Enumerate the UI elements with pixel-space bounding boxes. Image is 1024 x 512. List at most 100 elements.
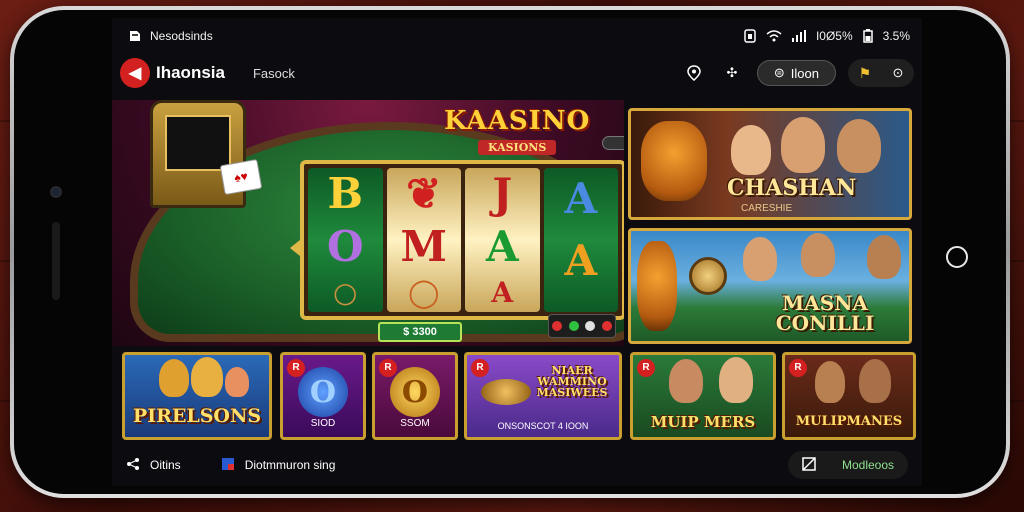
status-time: I0Ø5% <box>815 29 853 43</box>
game-tile[interactable]: R O SIOD <box>280 352 366 440</box>
app-subtitle-link[interactable]: Fasock <box>253 66 295 81</box>
speaker-slot <box>52 222 60 300</box>
player-face <box>781 117 825 173</box>
game-tiles-row: PIRELSONS R O SIOD R O SSOM R NIAER WAMM… <box>118 352 918 442</box>
distribution-label: Diotmmuron sing <box>244 458 336 472</box>
feature-card-masna[interactable]: MASNA CONILLI <box>628 228 912 344</box>
share-icon <box>126 457 140 474</box>
badge-icon: R <box>287 359 305 377</box>
reel-symbol: ❦ <box>406 169 442 219</box>
player-face <box>867 235 901 279</box>
sim-icon <box>744 29 756 43</box>
casino-logo: KAASINO KASIONS <box>432 104 602 157</box>
badge-icon: R <box>789 359 807 377</box>
player-face <box>731 125 771 175</box>
trophy-icon <box>689 257 727 295</box>
notification-icon <box>128 29 142 43</box>
reel-symbol: ◯ <box>408 275 440 309</box>
badge-icon: R <box>471 359 489 377</box>
status-app-name: Nesodsinds <box>150 29 213 43</box>
feature-card-chashan[interactable]: CHASHAN CARESHIE <box>628 108 912 220</box>
logo-main-text: KAASINO <box>444 106 591 136</box>
battery-icon <box>862 29 873 43</box>
tiger-mascot-image <box>159 359 189 397</box>
player-face <box>815 361 845 403</box>
game-tile[interactable]: R MUIP MERS <box>630 352 776 440</box>
flag-square-icon <box>221 457 235 474</box>
chips-tray <box>548 314 616 338</box>
reel-3: J A A <box>465 168 540 312</box>
puzzle-button[interactable]: ✣ <box>719 60 745 86</box>
phone-body: Nesodsinds I0Ø5% 3.5% ◀ Ihaonsia Fasock … <box>14 10 1006 494</box>
reel-symbol: M <box>400 221 448 271</box>
status-battery: 3.5% <box>882 29 910 43</box>
modules-label: Modleoos <box>841 458 894 472</box>
options-button[interactable]: Oitins <box>126 457 181 474</box>
logo-sub-text: KASIONS <box>477 140 557 155</box>
player-face <box>837 119 881 173</box>
wifi-icon <box>766 30 782 42</box>
chip-rack-graphic <box>602 136 624 150</box>
app-title: Ihaonsia <box>156 63 225 82</box>
location-icon <box>687 65 701 81</box>
back-arrow-icon: ◀ <box>128 65 142 82</box>
player-face <box>669 359 703 403</box>
location-button[interactable] <box>681 60 707 86</box>
distribution-button[interactable]: Diotmmuron sing <box>221 457 336 474</box>
badge-icon: R <box>637 359 655 377</box>
game-tile[interactable]: R MULIPMANES <box>782 352 916 440</box>
credit-display: $ 3300 <box>378 322 462 342</box>
reel-arrow-left-icon <box>290 240 300 256</box>
flag-icon[interactable]: ⚑ <box>859 65 872 82</box>
tiger-mascot-image <box>191 357 223 397</box>
coin-icon: O <box>298 367 348 417</box>
download-icon[interactable]: ⊙ <box>892 65 903 81</box>
game-tile[interactable]: R O SSOM <box>372 352 458 440</box>
front-camera <box>50 186 62 198</box>
reel-symbol: A <box>485 221 519 271</box>
reel-symbol: A <box>564 236 598 285</box>
signal-icon <box>791 30 806 42</box>
reel-symbol: O <box>326 221 364 271</box>
player-face <box>719 357 753 403</box>
reel-2: ❦ M ◯ <box>386 168 461 312</box>
grid-icon <box>802 456 816 474</box>
puzzle-icon: ✣ <box>726 65 738 80</box>
app-bar: ◀ Ihaonsia Fasock ✣ ⊜ Iloon ⚑ ⊙ <box>112 54 922 92</box>
slot-reels[interactable]: B O ○ ❦ M ◯ J A A A A <box>300 160 624 320</box>
reel-1: B O ○ <box>308 168 383 312</box>
tile-title: SIOD <box>310 418 336 429</box>
reel-symbol: B <box>327 169 364 219</box>
user-icon: ⊜ <box>773 65 785 80</box>
tile-title: SSOM <box>400 418 430 429</box>
reel-symbol: A <box>491 275 514 309</box>
phone-frame: Nesodsinds I0Ø5% 3.5% ◀ Ihaonsia Fasock … <box>10 6 1010 498</box>
back-button[interactable]: ◀ <box>120 58 150 88</box>
screen: Nesodsinds I0Ø5% 3.5% ◀ Ihaonsia Fasock … <box>112 18 922 486</box>
options-label: Oitins <box>150 458 181 472</box>
tile-title: MULIPMANES <box>795 414 903 429</box>
home-button[interactable] <box>946 246 968 268</box>
player-face <box>801 233 835 277</box>
feature-title: CHASHAN <box>727 175 857 201</box>
badge-icon: R <box>379 359 397 377</box>
feature-title: MASNA CONILLI <box>775 291 875 335</box>
reel-symbol: A <box>564 174 598 223</box>
character-image <box>225 367 249 397</box>
hero-banner[interactable]: ♠♥ KAASINO KASIONS B O ○ ❦ M ◯ J A A A A… <box>112 100 624 346</box>
tiger-image <box>641 121 707 201</box>
modules-button[interactable]: Modleoos <box>787 451 908 479</box>
tile-subtitle: ONSONSCOT 4 IOON <box>497 421 589 431</box>
login-pill-button[interactable]: ⊜ Iloon <box>756 60 836 86</box>
reel-symbol: ○ <box>333 275 358 309</box>
reel-4: A A <box>543 168 618 312</box>
reel-symbol: J <box>492 169 513 219</box>
game-tile[interactable]: PIRELSONS <box>122 352 272 440</box>
tile-title: PIRELSONS <box>132 405 262 427</box>
coin-icon: O <box>390 367 440 417</box>
bottom-bar: Oitins Diotmmuron sing Modleoos <box>112 444 922 486</box>
game-tile[interactable]: R NIAER WAMMINO MASIWEES ONSONSCOT 4 IOO… <box>464 352 622 440</box>
tiger-mascot-image <box>637 241 677 331</box>
tile-title: NIAER WAMMINO MASIWEES <box>536 364 608 399</box>
status-bar: Nesodsinds I0Ø5% 3.5% <box>112 18 922 54</box>
